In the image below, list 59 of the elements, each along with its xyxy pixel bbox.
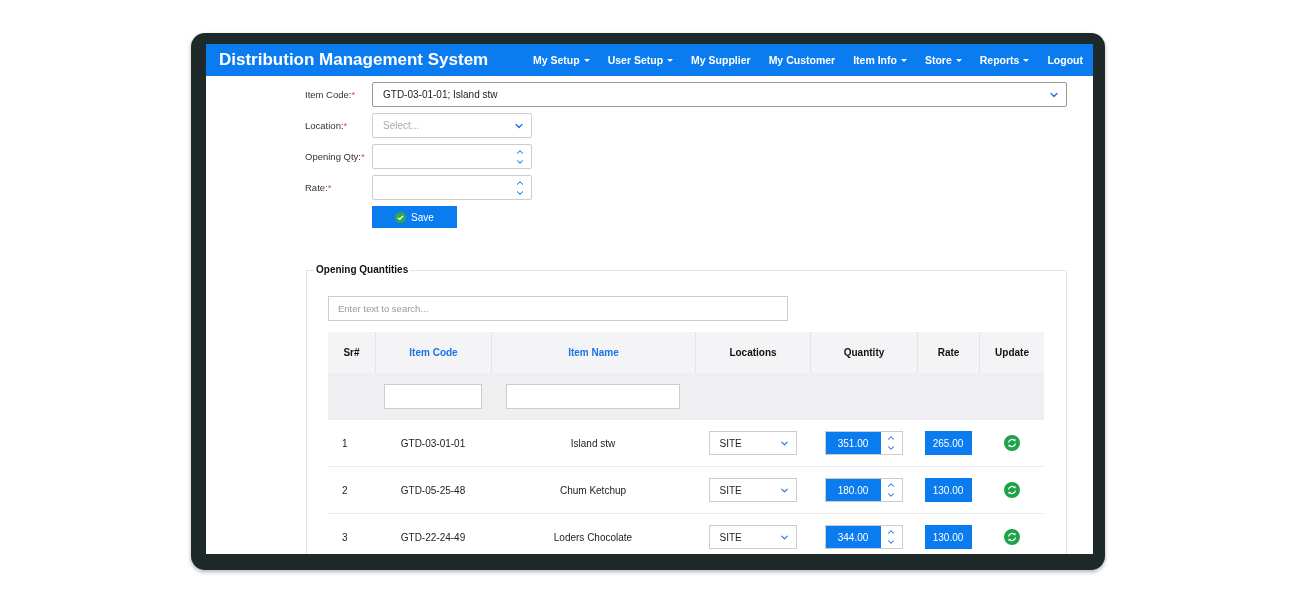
search-field[interactable]: Enter text to search... bbox=[328, 296, 788, 321]
table-cell: 3 bbox=[342, 531, 348, 543]
column-header: Sr# bbox=[328, 332, 375, 373]
field-label: Rate:* bbox=[305, 182, 333, 193]
nav-link[interactable]: My Setup bbox=[533, 54, 590, 66]
caret-icon bbox=[900, 58, 907, 62]
nav-link[interactable]: Reports bbox=[979, 54, 1030, 66]
save-button[interactable]: Save bbox=[372, 206, 457, 228]
rate-value: 130.00 bbox=[924, 478, 972, 502]
select-field[interactable]: Select... bbox=[372, 113, 532, 138]
table-cell: 1 bbox=[342, 437, 348, 449]
number-field[interactable] bbox=[372, 144, 532, 169]
nav-link[interactable]: User Setup bbox=[607, 54, 674, 66]
column-header: Locations bbox=[695, 332, 810, 373]
table-cell: GTD-03-01-01 bbox=[400, 437, 466, 449]
quantity-field[interactable]: 351.00 bbox=[824, 431, 903, 455]
nav-link[interactable]: Item Info bbox=[853, 54, 907, 66]
panel-title: Opening Quantities bbox=[314, 264, 411, 275]
refresh-icon[interactable] bbox=[1003, 435, 1020, 451]
nav-link[interactable]: Store bbox=[924, 54, 962, 66]
field-label: Location:* bbox=[305, 120, 349, 131]
spinner-icon[interactable] bbox=[886, 480, 896, 500]
table-cell: GTD-05-25-48 bbox=[400, 484, 466, 496]
column-header: Quantity bbox=[810, 332, 917, 373]
spinner-icon[interactable] bbox=[886, 527, 896, 547]
check-icon bbox=[395, 211, 407, 223]
table-cell: Island stw bbox=[570, 437, 616, 449]
location-select[interactable]: SITE bbox=[708, 525, 797, 549]
column-header[interactable]: Item Name bbox=[491, 332, 695, 373]
refresh-icon[interactable] bbox=[1003, 482, 1020, 498]
table-cell: GTD-22-24-49 bbox=[400, 531, 466, 543]
field-label: Opening Qty:* bbox=[305, 151, 366, 162]
field-label: Item Code:* bbox=[305, 89, 357, 100]
nav-link[interactable]: Logout bbox=[1047, 54, 1083, 66]
filter-field[interactable] bbox=[383, 384, 483, 409]
location-select[interactable]: SITE bbox=[708, 431, 797, 455]
nav-link[interactable]: My Customer bbox=[768, 54, 836, 66]
column-header: Rate bbox=[917, 332, 979, 373]
nav-link[interactable]: My Supplier bbox=[691, 54, 751, 66]
caret-icon bbox=[955, 58, 962, 62]
refresh-icon[interactable] bbox=[1003, 529, 1020, 545]
table-cell: Loders Chocolate bbox=[553, 531, 633, 543]
table-cell: 2 bbox=[342, 484, 348, 496]
select-field[interactable]: GTD-03-01-01; Island stw bbox=[372, 82, 1067, 107]
location-select[interactable]: SITE bbox=[708, 478, 797, 502]
app-title: Distribution Management System bbox=[219, 50, 489, 70]
rate-value: 130.00 bbox=[924, 525, 972, 549]
number-field[interactable] bbox=[372, 175, 532, 200]
column-header[interactable]: Item Code bbox=[375, 332, 491, 373]
caret-icon bbox=[583, 58, 590, 62]
rate-value: 265.00 bbox=[924, 431, 972, 455]
caret-icon bbox=[667, 58, 674, 62]
table-cell: Chum Ketchup bbox=[559, 484, 627, 496]
filter-field[interactable] bbox=[506, 384, 680, 409]
spinner-icon[interactable] bbox=[886, 433, 896, 453]
column-header: Update bbox=[979, 332, 1044, 373]
caret-icon bbox=[1023, 58, 1030, 62]
quantity-field[interactable]: 180.00 bbox=[824, 478, 903, 502]
quantity-field[interactable]: 344.00 bbox=[824, 525, 903, 549]
